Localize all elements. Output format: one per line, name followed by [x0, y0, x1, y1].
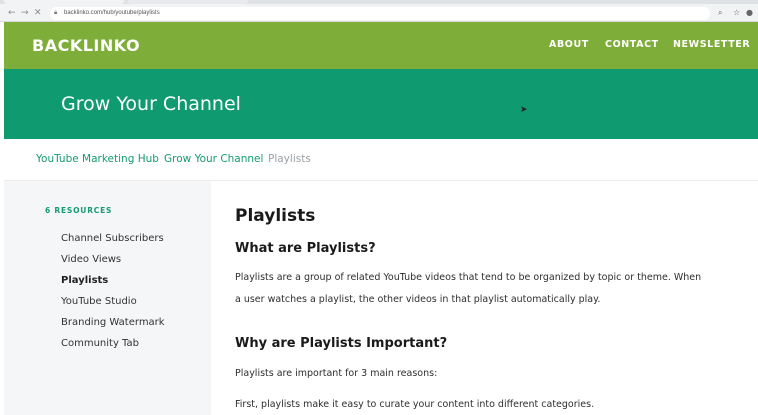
forward-arrow-icon[interactable]: →	[21, 7, 29, 19]
star-icon[interactable]: ☆	[733, 8, 740, 18]
section-heading-why-important: Why are Playlists Important?	[235, 336, 448, 351]
paragraph-line: First, playlists make it easy to curate …	[235, 399, 595, 410]
paragraph-line: Playlists are important for 3 main reaso…	[235, 368, 438, 379]
url-field[interactable]: 🔒︎ backlinko.com/hub/youtube/playlists	[50, 7, 710, 20]
lock-icon: 🔒︎	[54, 10, 58, 16]
browser-window: ← → ✕ 🔒︎ backlinko.com/hub/youtube/playl…	[0, 0, 758, 415]
sidebar-item-branding-watermark[interactable]: Branding Watermark	[61, 317, 165, 328]
nav-link-about[interactable]: ABOUT	[549, 39, 589, 50]
address-bar: ← → ✕ 🔒︎ backlinko.com/hub/youtube/playl…	[0, 4, 758, 22]
resources-heading: 6 RESOURCES	[45, 206, 113, 215]
site-header: BACKLINKO ABOUT CONTACT NEWSLETTER	[4, 22, 758, 69]
hero-title: Grow Your Channel	[61, 93, 241, 115]
sidebar-item-channel-subscribers[interactable]: Channel Subscribers	[61, 233, 164, 244]
account-icon[interactable]: ●	[746, 8, 753, 18]
nav-link-newsletter[interactable]: NEWSLETTER	[673, 39, 750, 50]
breadcrumb-grow-your-channel[interactable]: Grow Your Channel	[164, 153, 263, 165]
sidebar-item-video-views[interactable]: Video Views	[61, 254, 121, 265]
article-content: Playlists What are Playlists? Playlists …	[211, 181, 758, 415]
section-heading-what-are-playlists: What are Playlists?	[235, 241, 376, 256]
paragraph-line: a user watches a playlist, the other vid…	[235, 294, 601, 305]
backlinko-logo[interactable]: BACKLINKO	[32, 36, 140, 55]
url-text: backlinko.com/hub/youtube/playlists	[64, 10, 160, 16]
stop-loading-icon[interactable]: ✕	[34, 7, 42, 19]
article-title: Playlists	[235, 206, 316, 226]
resources-sidebar: 6 RESOURCES Channel Subscribers Video Vi…	[4, 181, 211, 415]
sidebar-item-community-tab[interactable]: Community Tab	[61, 338, 139, 349]
sidebar-item-playlists[interactable]: Playlists	[61, 275, 108, 286]
hero-banner: Grow Your Channel ➤	[4, 69, 758, 139]
breadcrumb-youtube-marketing-hub[interactable]: YouTube Marketing Hub	[36, 153, 159, 165]
back-arrow-icon[interactable]: ←	[8, 7, 16, 19]
zoom-icon[interactable]: ⌕	[718, 8, 722, 18]
paragraph-line: Playlists are a group of related YouTube…	[235, 272, 702, 283]
sidebar-item-youtube-studio[interactable]: YouTube Studio	[61, 296, 137, 307]
mouse-cursor-icon: ➤	[520, 104, 528, 114]
nav-link-contact[interactable]: CONTACT	[605, 39, 659, 50]
breadcrumb: YouTube Marketing Hub Grow Your Channel …	[4, 139, 758, 181]
breadcrumb-current-playlists: Playlists	[268, 153, 311, 165]
